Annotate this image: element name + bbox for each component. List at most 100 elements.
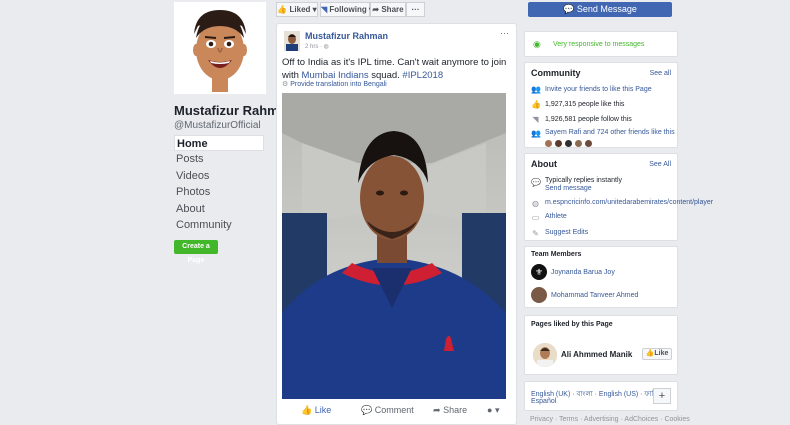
send-message-label: Send Message: [576, 4, 637, 14]
liked-page-name[interactable]: Ali Ahmmed Manik: [561, 350, 632, 359]
post-timestamp[interactable]: 2 hrs · ◍: [305, 43, 329, 50]
post-time: 2 hrs: [305, 44, 319, 50]
about-see-all-link[interactable]: See All: [649, 161, 671, 168]
add-language-button[interactable]: +: [653, 388, 671, 404]
liked-label: Liked: [289, 5, 311, 14]
nav-item-videos[interactable]: Videos: [174, 168, 264, 184]
comment-bubble-icon: 💬: [361, 405, 373, 415]
selfie-photo-image: [282, 93, 506, 399]
avatar-image: [284, 31, 300, 51]
member-avatar-icon[interactable]: ⚜: [531, 264, 547, 280]
team-members-title: Team Members: [531, 251, 582, 258]
post-author-avatar[interactable]: [284, 31, 300, 51]
messenger-icon: 💬: [531, 178, 541, 187]
post-hashtag-link[interactable]: #IPL2018: [402, 70, 443, 81]
caret-down-icon: ▾: [494, 405, 500, 415]
share-label: Share: [381, 5, 404, 14]
pages-liked-card: Pages liked by this Page Ali Ahmmed Mani…: [524, 315, 678, 375]
comment-action-label: Comment: [374, 405, 414, 415]
rss-icon: ◥: [321, 5, 328, 14]
translate-label: Provide translation into Bengali: [290, 81, 387, 88]
share-arrow-icon: ➦: [433, 405, 441, 415]
nav-item-home[interactable]: Home: [174, 135, 264, 152]
responsiveness-card: ◉ Very responsive to messages: [524, 31, 678, 57]
member-avatar-icon[interactable]: [531, 287, 547, 303]
reply-time-text: Typically replies instantly: [545, 177, 623, 184]
left-nav: Home Posts Videos Photos About Community: [174, 135, 264, 233]
tag-icon: ▭: [531, 213, 540, 222]
nav-item-community[interactable]: Community: [174, 217, 264, 233]
post-text: Off to India as it's IPL time. Can't wai…: [282, 56, 512, 82]
post-options-icon[interactable]: ···: [500, 28, 509, 38]
thumbs-up-icon: 👍: [531, 100, 541, 109]
avatar-small-icon: ●: [487, 405, 493, 415]
website-link[interactable]: m.espncricinfo.com/unitedarabemirates/co…: [545, 199, 713, 206]
following-label: Following: [329, 5, 367, 14]
community-title: Community: [531, 68, 581, 78]
profile-cartoon-image: [176, 4, 264, 92]
post-author-name[interactable]: Mustafizur Rahman: [305, 31, 388, 41]
likes-count: 1,927,315 people like this: [545, 101, 625, 108]
globe-icon: ◍: [532, 199, 539, 208]
follows-count: 1,926,581 people follow this: [545, 116, 632, 123]
post-photo[interactable]: [282, 93, 506, 399]
pages-liked-title: Pages liked by this Page: [531, 321, 613, 328]
friends-icon: 👥: [531, 85, 541, 94]
globe-icon: · ◍: [320, 44, 329, 50]
invite-friends-link[interactable]: Invite your friends to like this Page: [545, 86, 652, 93]
friend-avatar[interactable]: [555, 140, 563, 147]
friend-avatar[interactable]: [545, 140, 552, 147]
share-action-button[interactable]: ➦ Share: [433, 405, 467, 416]
translate-link[interactable]: ⚙ Provide translation into Bengali: [282, 80, 387, 88]
create-page-button[interactable]: Create a Page: [174, 240, 218, 264]
caret-down-icon: ▾: [312, 5, 317, 14]
like-button-label: Like: [654, 350, 669, 357]
responsive-badge-icon: ◉: [533, 39, 541, 49]
responsive-text: Very responsive to messages: [553, 41, 645, 48]
post-action-bar: 👍 Like 💬 Comment ➦ Share ● ▾: [277, 401, 516, 421]
team-member-link[interactable]: Joynanda Barua Joy: [551, 269, 615, 276]
nav-item-posts[interactable]: Posts: [174, 151, 264, 167]
community-see-all-link[interactable]: See all: [650, 70, 671, 77]
friend-avatars: [545, 138, 593, 150]
rss-icon: ◥: [532, 115, 539, 124]
languages-card: English (UK) · বাংলা · English (US) · ফা…: [524, 381, 678, 411]
profile-picture[interactable]: [174, 2, 266, 94]
category-link[interactable]: Athlete: [545, 213, 567, 220]
like-action-label: Like: [314, 405, 332, 415]
gear-icon: ⚙: [282, 81, 289, 88]
about-send-message-link[interactable]: Send message: [545, 185, 592, 192]
following-button[interactable]: ◥ Following ▾: [320, 2, 373, 17]
suggest-edits-link[interactable]: Suggest Edits: [545, 229, 588, 236]
like-action-button[interactable]: 👍 Like: [301, 405, 331, 416]
thumbs-up-icon: 👍: [301, 405, 313, 415]
reaction-picker-button[interactable]: ● ▾: [487, 405, 499, 416]
about-title: About: [531, 159, 557, 169]
friends-icon: 👥: [531, 129, 541, 138]
liked-button[interactable]: 👍 Liked ▾: [276, 2, 318, 17]
more-options-button[interactable]: ···: [406, 2, 425, 17]
team-member-link[interactable]: Mohammad Tanveer Ahmed: [551, 292, 638, 299]
share-button[interactable]: ➦ Share: [370, 2, 406, 17]
thumbs-up-icon: 👍: [277, 5, 288, 14]
nav-item-photos[interactable]: Photos: [174, 184, 264, 200]
friends-like-link[interactable]: Sayem Rafi and 724 other friends like th…: [545, 129, 675, 136]
share-action-label: Share: [443, 405, 468, 415]
nav-item-about[interactable]: About: [174, 201, 264, 217]
liked-page-avatar-image: [533, 343, 557, 367]
language-link-espanol[interactable]: Español: [531, 398, 556, 405]
pencil-icon: ✎: [532, 229, 539, 238]
friend-avatar[interactable]: [565, 140, 573, 147]
liked-page-like-button[interactable]: 👍Like: [642, 348, 672, 360]
page-handle[interactable]: @MustafizurOfficial: [174, 120, 261, 131]
comment-action-button[interactable]: 💬 Comment: [361, 405, 414, 416]
send-message-button[interactable]: 💬 Send Message: [528, 2, 672, 17]
community-card: Community See all 👥 Invite your friends …: [524, 62, 678, 148]
friend-avatar[interactable]: [575, 140, 583, 147]
liked-page-avatar[interactable]: [533, 343, 557, 367]
footer-links[interactable]: Privacy · Terms · Advertising · AdChoice…: [530, 416, 690, 423]
friend-avatar[interactable]: [585, 140, 593, 147]
messenger-icon: 💬: [563, 4, 575, 14]
share-arrow-icon: ➦: [372, 5, 380, 14]
team-members-card: Team Members ⚜ Joynanda Barua Joy Mohamm…: [524, 246, 678, 308]
